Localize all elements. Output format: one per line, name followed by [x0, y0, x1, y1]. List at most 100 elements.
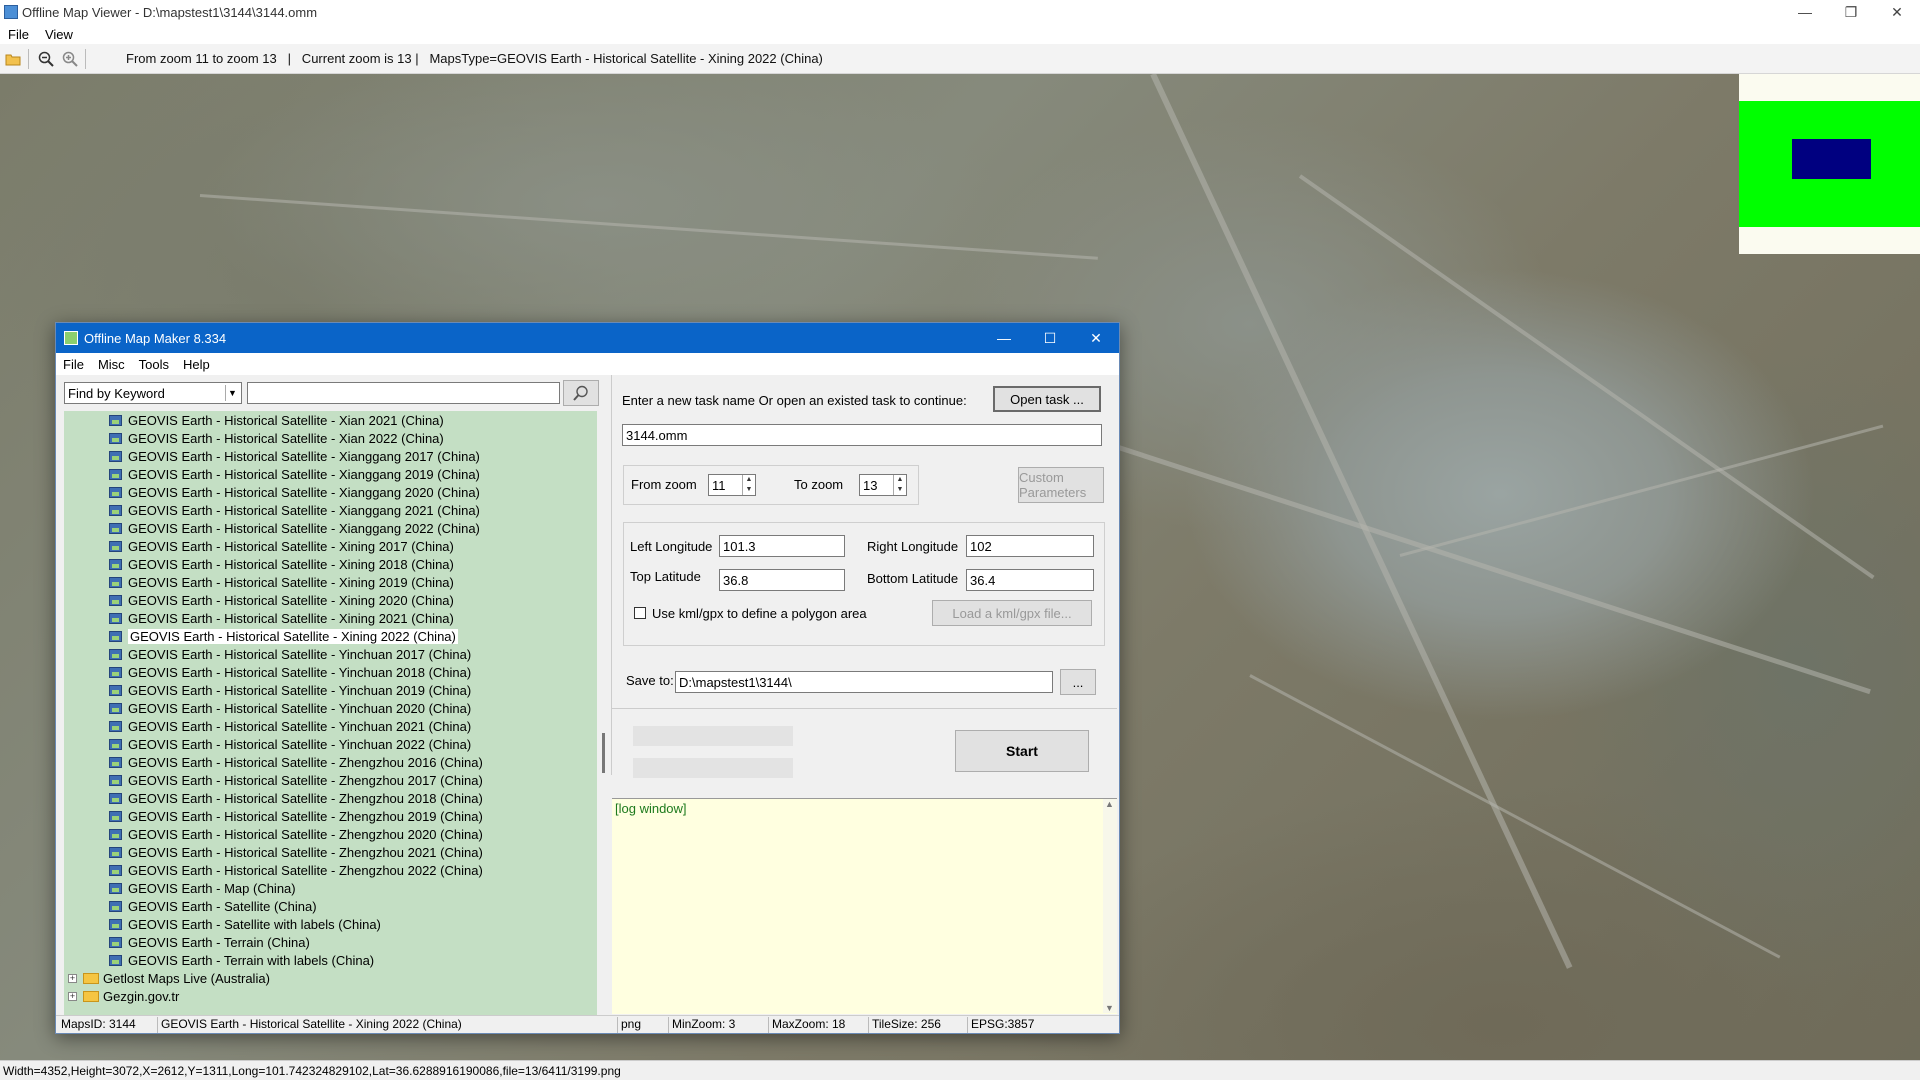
tree-item[interactable]: GEOVIS Earth - Historical Satellite - Xi… [64, 411, 597, 429]
dialog-menubar: File Misc Tools Help [56, 353, 1119, 375]
map-source-icon [109, 450, 122, 462]
browse-button[interactable]: ... [1060, 669, 1096, 695]
map-source-icon [109, 612, 122, 624]
tree-item[interactable]: GEOVIS Earth - Historical Satellite - Zh… [64, 789, 597, 807]
dialog-menu-tools[interactable]: Tools [132, 357, 176, 372]
tree-item[interactable]: GEOVIS Earth - Satellite (China) [64, 897, 597, 915]
tree-item[interactable]: GEOVIS Earth - Satellite with labels (Ch… [64, 915, 597, 933]
kml-checkbox[interactable] [634, 607, 646, 619]
search-mode-select[interactable]: Find by Keyword ▼ [64, 382, 242, 404]
tree-folder-label: Getlost Maps Live (Australia) [103, 970, 270, 986]
tree-item[interactable]: GEOVIS Earth - Historical Satellite - Yi… [64, 735, 597, 753]
tree-item[interactable]: GEOVIS Earth - Historical Satellite - Zh… [64, 771, 597, 789]
scroll-down-icon[interactable]: ▼ [1105, 1003, 1114, 1013]
log-title: [log window] [615, 801, 687, 816]
map-source-tree[interactable]: GEOVIS Earth - Historical Satellite - Xi… [64, 411, 597, 1015]
tree-item[interactable]: GEOVIS Earth - Historical Satellite - Xi… [64, 447, 597, 465]
dialog-close-button[interactable]: ✕ [1073, 323, 1119, 353]
custom-parameters-button[interactable]: Custom Parameters [1018, 467, 1104, 503]
folder-icon [83, 990, 99, 1002]
map-source-icon [109, 540, 122, 552]
start-button[interactable]: Start [955, 730, 1089, 772]
dialog-maximize-button[interactable]: ☐ [1027, 323, 1073, 353]
tree-item[interactable]: GEOVIS Earth - Historical Satellite - Yi… [64, 645, 597, 663]
log-scrollbar[interactable]: ▲ ▼ [1103, 799, 1117, 1013]
dialog-menu-help[interactable]: Help [176, 357, 217, 372]
tree-item[interactable]: GEOVIS Earth - Historical Satellite - Xi… [64, 609, 597, 627]
task-name-input[interactable]: 3144.omm [622, 424, 1102, 446]
search-input[interactable] [247, 382, 560, 404]
tree-item[interactable]: GEOVIS Earth - Historical Satellite - Yi… [64, 681, 597, 699]
from-zoom-spinner[interactable]: 11 ▲ ▼ [708, 474, 756, 496]
dialog-minimize-button[interactable]: — [981, 323, 1027, 353]
menu-view[interactable]: View [37, 27, 81, 42]
tree-item[interactable]: GEOVIS Earth - Historical Satellite - Xi… [64, 627, 597, 645]
zoom-out-icon[interactable] [35, 48, 57, 70]
map-source-icon [109, 864, 122, 876]
dialog-menu-file[interactable]: File [56, 357, 91, 372]
bottom-latitude-input[interactable]: 36.4 [966, 569, 1094, 591]
tree-item[interactable]: GEOVIS Earth - Historical Satellite - Zh… [64, 825, 597, 843]
tree-item[interactable]: GEOVIS Earth - Historical Satellite - Yi… [64, 717, 597, 735]
map-source-icon [109, 576, 122, 588]
tree-item[interactable]: GEOVIS Earth - Historical Satellite - Xi… [64, 465, 597, 483]
minimize-button[interactable]: — [1782, 0, 1828, 24]
tree-item[interactable]: GEOVIS Earth - Terrain with labels (Chin… [64, 951, 597, 969]
search-mode-value: Find by Keyword [68, 385, 165, 401]
map-source-icon [109, 432, 122, 444]
minimap[interactable] [1739, 74, 1920, 254]
tree-item[interactable]: GEOVIS Earth - Historical Satellite - Zh… [64, 843, 597, 861]
open-folder-icon[interactable] [2, 48, 24, 70]
right-longitude-input[interactable]: 102 [966, 535, 1094, 557]
scroll-up-icon[interactable]: ▲ [1105, 799, 1114, 809]
minimap-viewport[interactable] [1792, 139, 1871, 179]
log-window[interactable]: [log window] ▲ ▼ [612, 798, 1117, 1014]
tree-item[interactable]: GEOVIS Earth - Historical Satellite - Zh… [64, 753, 597, 771]
zoom-in-icon[interactable] [59, 48, 81, 70]
maximize-button[interactable]: ❐ [1828, 0, 1874, 24]
open-task-button[interactable]: Open task ... [993, 386, 1101, 412]
tree-folder[interactable]: + Gezgin.gov.tr [64, 987, 597, 1005]
tree-item[interactable]: GEOVIS Earth - Historical Satellite - Zh… [64, 861, 597, 879]
map-source-icon [109, 666, 122, 678]
left-longitude-input[interactable]: 101.3 [719, 535, 845, 557]
to-zoom-spinner[interactable]: 13 ▲ ▼ [859, 474, 907, 496]
close-button[interactable]: ✕ [1874, 0, 1920, 24]
toolbar-separator [28, 48, 29, 69]
map-source-icon [109, 738, 122, 750]
tree-item[interactable]: GEOVIS Earth - Historical Satellite - Xi… [64, 483, 597, 501]
load-kml-button[interactable]: Load a kml/gpx file... [932, 600, 1092, 626]
spinner-arrows-icon[interactable]: ▲ ▼ [742, 475, 755, 495]
tree-item-label: GEOVIS Earth - Satellite with labels (Ch… [128, 916, 381, 932]
toolbar: From zoom 11 to zoom 13 | Current zoom i… [0, 44, 1920, 74]
spinner-arrows-icon[interactable]: ▲ ▼ [893, 475, 906, 495]
tree-splitter[interactable] [602, 733, 605, 773]
tree-item[interactable]: GEOVIS Earth - Historical Satellite - Yi… [64, 663, 597, 681]
top-latitude-label: Top Latitude [630, 569, 701, 584]
from-zoom-value: 11 [712, 477, 726, 493]
tree-item[interactable]: GEOVIS Earth - Historical Satellite - Xi… [64, 555, 597, 573]
tree-item[interactable]: GEOVIS Earth - Historical Satellite - Xi… [64, 573, 597, 591]
expand-icon[interactable]: + [68, 991, 77, 1001]
save-path-input[interactable]: D:\mapstest1\3144\ [675, 671, 1053, 693]
tree-item[interactable]: GEOVIS Earth - Historical Satellite - Zh… [64, 807, 597, 825]
tree-folder[interactable]: + Getlost Maps Live (Australia) [64, 969, 597, 987]
search-button[interactable] [563, 380, 599, 406]
tree-item[interactable]: GEOVIS Earth - Map (China) [64, 879, 597, 897]
top-latitude-input[interactable]: 36.8 [719, 569, 845, 591]
tree-item[interactable]: GEOVIS Earth - Historical Satellite - Xi… [64, 519, 597, 537]
expand-icon[interactable]: + [68, 973, 77, 983]
menu-file[interactable]: File [0, 27, 37, 42]
dialog-title: Offline Map Maker 8.334 [84, 330, 227, 346]
search-icon [573, 385, 588, 401]
tree-item[interactable]: GEOVIS Earth - Historical Satellite - Xi… [64, 591, 597, 609]
map-source-icon [109, 756, 122, 768]
tree-item[interactable]: GEOVIS Earth - Historical Satellite - Xi… [64, 429, 597, 447]
tree-item-label: GEOVIS Earth - Historical Satellite - Yi… [128, 736, 472, 752]
status-bar: Width=4352,Height=3072,X=2612,Y=1311,Lon… [0, 1060, 1920, 1080]
tree-item[interactable]: GEOVIS Earth - Historical Satellite - Xi… [64, 537, 597, 555]
tree-item[interactable]: GEOVIS Earth - Historical Satellite - Yi… [64, 699, 597, 717]
tree-item[interactable]: GEOVIS Earth - Terrain (China) [64, 933, 597, 951]
dialog-menu-misc[interactable]: Misc [91, 357, 132, 372]
tree-item[interactable]: GEOVIS Earth - Historical Satellite - Xi… [64, 501, 597, 519]
